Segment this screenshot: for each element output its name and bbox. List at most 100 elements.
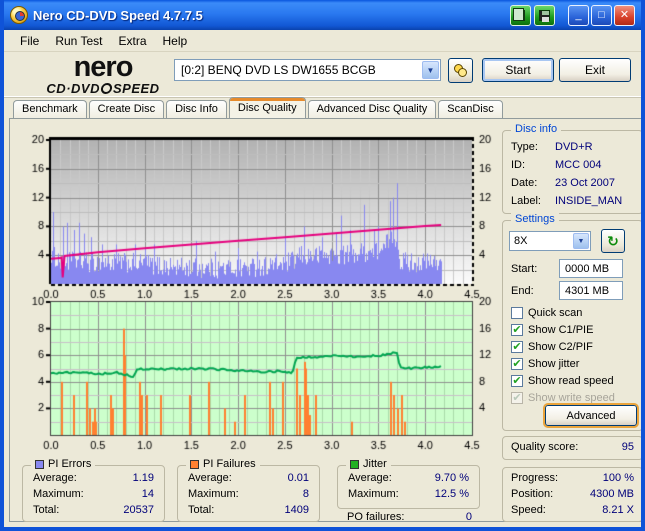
menu-help[interactable]: Help	[155, 32, 196, 50]
nero-logo-text: nero	[73, 51, 134, 83]
jitter-legend: Jitter	[346, 458, 391, 470]
po-failures-row: PO failures: 0	[347, 511, 472, 523]
app-window: Nero CD-DVD Speed 4.7.7.5 _ □ ✕ File Run…	[0, 0, 645, 531]
quality-score-value: 95	[621, 441, 634, 453]
label: Average:	[188, 472, 232, 484]
start-field[interactable]: 0000 MB	[559, 259, 623, 278]
label: Average:	[33, 472, 77, 484]
tab-disc-info[interactable]: Disc Info	[166, 100, 227, 118]
jitter-stats-box: Jitter Average: 9.70 % Maximum: 12.5 %	[337, 458, 480, 509]
chevron-down-icon[interactable]: ▼	[422, 61, 439, 79]
checkbox-show-read-speed[interactable]: Show read speed	[511, 375, 614, 387]
maximize-button[interactable]: □	[591, 4, 612, 26]
checkbox-icon	[511, 392, 523, 404]
drive-select[interactable]: [0:2] BENQ DVD LS DW1655 BCGB ▼	[174, 59, 441, 81]
exit-button[interactable]: Exit	[559, 58, 631, 82]
disc-icon	[100, 83, 113, 94]
tab-strip: Benchmark Create Disc Disc Info Disc Qua…	[4, 97, 641, 118]
disc-date-label: Date:	[511, 177, 538, 189]
pi-errors-title: PI Errors	[48, 458, 92, 470]
pi-failures-stats-box: PI Failures Average: 0.01 Maximum: 8 Total…	[177, 458, 320, 522]
progress-value: 100 %	[602, 472, 634, 484]
value: 9.70 %	[434, 472, 469, 484]
burn-discs-icon	[453, 63, 468, 78]
advanced-button[interactable]: Advanced	[543, 403, 639, 428]
close-button[interactable]: ✕	[614, 4, 635, 26]
checkbox-label: Quick scan	[528, 307, 583, 319]
pi-failures-jitter-chart	[15, 295, 499, 455]
value: 8	[302, 488, 309, 500]
end-field[interactable]: 4301 MB	[559, 281, 623, 300]
logo-speed: SPEED	[112, 81, 160, 96]
settings-box: Settings 8X ▼ ↻ Start: 0000 MB End: 4301…	[502, 213, 641, 431]
position-value: 4300 MB	[589, 488, 634, 500]
tab-scandisc[interactable]: ScanDisc	[438, 100, 503, 118]
start-button[interactable]: Start	[482, 58, 554, 82]
checkbox-icon	[511, 375, 523, 387]
progress-label: Progress:	[511, 472, 559, 484]
drive-options-button[interactable]	[448, 58, 473, 83]
chevron-down-icon[interactable]: ▼	[573, 233, 589, 249]
pi-failures-legend: PI Failures	[186, 458, 260, 470]
pi-failures-swatch	[190, 459, 199, 469]
refresh-button[interactable]: ↻	[601, 229, 625, 253]
disc-label-label: Label:	[511, 195, 541, 207]
label: Total:	[188, 504, 215, 516]
checkbox-show-c2-pif[interactable]: Show C2/PIF	[511, 341, 593, 353]
pi-errors-stats-box: PI Errors Average: 1.19 Maximum: 14 Total:…	[22, 458, 165, 522]
tab-disc-quality[interactable]: Disc Quality	[228, 97, 306, 118]
pi-errors-chart	[15, 124, 499, 299]
nero-logo: nero CD·DVD SPEED	[38, 51, 168, 96]
value: 14	[141, 488, 154, 500]
save-report-button[interactable]	[534, 4, 555, 26]
value: 12.5 %	[434, 488, 469, 500]
checkbox-icon	[511, 324, 523, 336]
checkbox-show-c1-pie[interactable]: Show C1/PIE	[511, 324, 593, 336]
progress-box: Progress: 100 % Position: 4300 MB Speed: 8.…	[502, 467, 641, 522]
checkbox-label: Show read speed	[528, 375, 614, 387]
label: Maximum:	[188, 488, 239, 500]
disc-info-title: Disc info	[511, 123, 562, 135]
disc-quality-page: PI Errors Average: 1.19 Maximum: 14 Total:…	[9, 118, 641, 523]
speed-select-value: 8X	[514, 235, 528, 247]
quality-score-label: Quality score:	[511, 441, 579, 453]
save-icon	[539, 9, 550, 22]
label: Total:	[33, 504, 60, 516]
drive-select-value: [0:2] BENQ DVD LS DW1655 BCGB	[181, 63, 376, 77]
tab-create-disc[interactable]: Create Disc	[88, 100, 165, 118]
pi-errors-swatch	[35, 459, 44, 469]
checkbox-show-write-speed: Show write speed	[511, 392, 615, 404]
pi-errors-legend: PI Errors	[31, 458, 96, 470]
disc-date-value: 23 Oct 2007	[555, 177, 615, 189]
tab-advanced-disc-quality[interactable]: Advanced Disc Quality	[307, 100, 437, 118]
quality-score-box: Quality score: 95	[502, 436, 641, 460]
end-field-label: End:	[511, 285, 534, 297]
start-field-label: Start:	[511, 263, 538, 275]
checkbox-label: Show write speed	[528, 392, 615, 404]
menu-file[interactable]: File	[12, 32, 47, 50]
position-label: Position:	[511, 488, 554, 500]
minimize-button[interactable]: _	[568, 4, 589, 26]
disc-id-label: ID:	[511, 159, 526, 171]
label: Maximum:	[348, 488, 399, 500]
checkbox-icon	[511, 341, 523, 353]
settings-title: Settings	[511, 213, 559, 225]
disc-type-label: Type:	[511, 141, 538, 153]
menu-extra[interactable]: Extra	[110, 32, 154, 50]
speed-label: Speed:	[511, 504, 546, 516]
checkbox-show-jitter[interactable]: Show jitter	[511, 358, 579, 370]
menu-run-test[interactable]: Run Test	[47, 32, 110, 50]
disc-info-box: Disc info Type: DVD+R ID: MCC 004 Date: …	[502, 123, 641, 214]
checkbox-icon	[511, 307, 523, 319]
po-failures-label: PO failures:	[347, 511, 405, 523]
copy-report-button[interactable]	[510, 4, 531, 26]
value: 1.19	[132, 472, 154, 484]
title-bar[interactable]: Nero CD-DVD Speed 4.7.7.5 _ □ ✕	[4, 0, 641, 30]
speed-select[interactable]: 8X ▼	[509, 231, 591, 251]
header: nero CD·DVD SPEED [0:2] BENQ DVD LS DW16…	[4, 52, 641, 98]
tab-benchmark[interactable]: Benchmark	[13, 100, 87, 118]
cdvd-speed-logo-text: CD·DVD SPEED	[38, 82, 168, 95]
value: 1409	[284, 504, 309, 516]
checkbox-quick-scan[interactable]: Quick scan	[511, 307, 582, 319]
disc-label-value: INSIDE_MAN	[555, 195, 623, 207]
